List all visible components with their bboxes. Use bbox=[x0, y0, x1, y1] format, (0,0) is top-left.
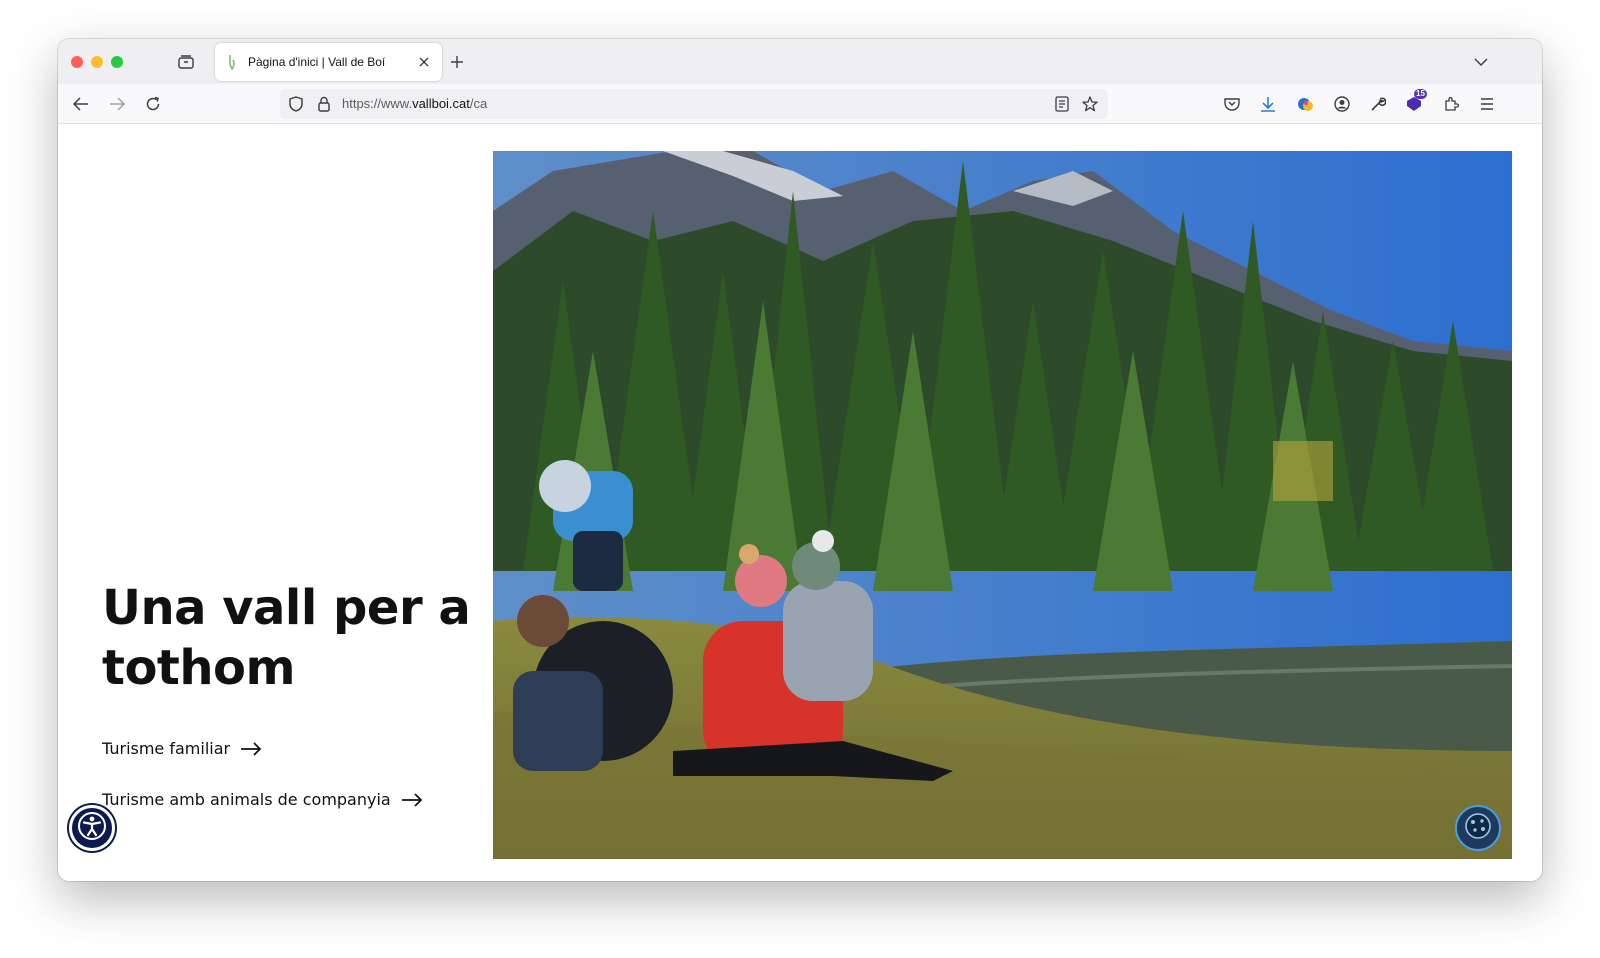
link-turisme-animals[interactable]: Turisme amb animals de companyia bbox=[102, 790, 425, 809]
back-arrow-icon[interactable] bbox=[69, 92, 93, 116]
tab-strip: Pàgina d'inici | Vall de Boí bbox=[58, 39, 1542, 84]
hero-image bbox=[493, 151, 1512, 859]
wrench-icon[interactable] bbox=[1366, 92, 1390, 116]
arrow-right-icon bbox=[401, 792, 425, 808]
browser-window: Pàgina d'inici | Vall de Boí https://www… bbox=[58, 39, 1542, 881]
link-turisme-familiar[interactable]: Turisme familiar bbox=[102, 739, 264, 758]
cookie-icon bbox=[1463, 811, 1493, 846]
forward-arrow-icon[interactable] bbox=[105, 92, 129, 116]
extension-badge: 15 bbox=[1414, 89, 1427, 99]
arrow-right-icon bbox=[240, 741, 264, 757]
cookie-settings-button[interactable] bbox=[1455, 805, 1501, 851]
link-label: Turisme familiar bbox=[102, 739, 231, 758]
account-icon[interactable] bbox=[1330, 92, 1354, 116]
extension-tag-icon[interactable]: 15 bbox=[1402, 89, 1427, 116]
accessibility-button[interactable] bbox=[69, 805, 115, 851]
lock-icon[interactable] bbox=[314, 94, 334, 114]
shield-icon[interactable] bbox=[286, 94, 306, 114]
new-tab-icon[interactable] bbox=[446, 51, 468, 73]
close-tab-icon[interactable] bbox=[416, 54, 432, 70]
tab-overview-icon[interactable] bbox=[175, 51, 197, 73]
tab-active[interactable]: Pàgina d'inici | Vall de Boí bbox=[215, 43, 442, 81]
extension-globe-icon[interactable] bbox=[1293, 92, 1317, 116]
star-bookmark-icon[interactable] bbox=[1080, 94, 1100, 114]
chevron-down-icon[interactable] bbox=[1470, 51, 1492, 73]
reload-icon[interactable] bbox=[141, 92, 165, 116]
address-bar[interactable]: https://www.vallboi.cat/ca bbox=[280, 89, 1108, 119]
maximize-window-button[interactable] bbox=[111, 56, 123, 68]
navigation-bar: https://www.vallboi.cat/ca 15 bbox=[58, 84, 1542, 124]
close-window-button[interactable] bbox=[71, 56, 83, 68]
url-text: https://www.vallboi.cat/ca bbox=[342, 96, 488, 111]
accessibility-icon bbox=[77, 811, 107, 846]
page-content: Una vall per a tothom Turisme familiar T… bbox=[58, 125, 1542, 881]
link-label: Turisme amb animals de companyia bbox=[102, 790, 391, 809]
reader-view-icon[interactable] bbox=[1052, 94, 1072, 114]
puzzle-extensions-icon[interactable] bbox=[1439, 92, 1463, 116]
page-headline: Una vall per a tothom bbox=[102, 580, 471, 696]
tab-title: Pàgina d'inici | Vall de Boí bbox=[248, 55, 386, 69]
site-favicon-icon bbox=[225, 54, 239, 70]
download-icon[interactable] bbox=[1256, 92, 1280, 116]
pocket-icon[interactable] bbox=[1220, 92, 1244, 116]
minimize-window-button[interactable] bbox=[91, 56, 103, 68]
hamburger-menu-icon[interactable] bbox=[1475, 92, 1499, 116]
